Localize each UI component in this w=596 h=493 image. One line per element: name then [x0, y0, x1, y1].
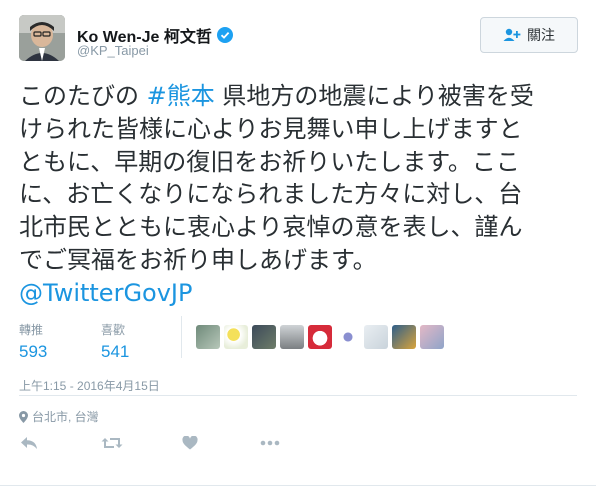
more-dots-icon[interactable] [260, 436, 280, 455]
tweet-line: に、お亡くなりになられました方々に対し、台 [19, 180, 523, 209]
likes-label: 喜歡 [101, 323, 126, 337]
likers-avatars [196, 325, 444, 349]
liker-avatar[interactable] [224, 325, 248, 349]
liker-avatar[interactable] [280, 325, 304, 349]
likes-value[interactable]: 541 [101, 342, 129, 362]
retweets-label: 轉推 [19, 323, 44, 337]
liker-avatar[interactable] [252, 325, 276, 349]
retweets-value[interactable]: 593 [19, 342, 47, 362]
hashtag-link[interactable]: #熊本 [147, 82, 215, 110]
like-count-stat[interactable]: 喜歡 541 [101, 321, 129, 362]
tweet-location[interactable]: 台北市, 台灣 [19, 408, 99, 425]
bottom-divider [0, 485, 596, 486]
liker-avatar[interactable] [308, 325, 332, 349]
avatar[interactable] [19, 15, 65, 61]
user-handle[interactable]: @KP_Taipei [77, 43, 149, 58]
tweet-line: でご冥福をお祈り申しあげます。 [19, 245, 377, 274]
liker-avatar[interactable] [336, 325, 360, 349]
stats-divider [181, 316, 182, 358]
like-heart-icon[interactable] [182, 435, 198, 455]
location-pin-icon [19, 410, 28, 423]
follow-button[interactable]: 關注 [480, 17, 578, 53]
tweet-text-segment: 県地方の地震により被害を受 [214, 82, 534, 110]
verified-badge-icon [216, 27, 233, 43]
mention-link[interactable]: @TwitterGovJP [19, 279, 192, 307]
divider [19, 395, 577, 396]
tweet-line: けられた皆様に心よりお見舞い申し上げますと [19, 114, 523, 143]
follow-person-plus-icon [503, 28, 521, 41]
liker-avatar[interactable] [420, 325, 444, 349]
location-text[interactable]: 台北市, 台灣 [32, 408, 99, 425]
liker-avatar[interactable] [196, 325, 220, 349]
reply-icon[interactable] [20, 436, 38, 455]
retweet-icon[interactable] [101, 436, 123, 455]
tweet-line: このたびの #熊本 県地方の地震により被害を受 [19, 80, 579, 113]
tweet-text-segment: このたびの [19, 82, 147, 110]
tweet-timestamp[interactable]: 上午1:15 - 2016年4月15日 [19, 377, 160, 394]
liker-avatar[interactable] [392, 325, 416, 349]
tweet-text: このたびの #熊本 県地方の地震により被害を受 けられた皆様に心よりお見舞い申し… [19, 80, 579, 310]
tweet-line: ともに、早期の復旧をお祈りいたします。ここ [19, 147, 520, 176]
tweet-line: 北市民とともに衷心より哀悼の意を表し、謹ん [19, 213, 523, 242]
tweet-line: @TwitterGovJP [19, 277, 579, 310]
follow-button-label: 關注 [527, 27, 555, 43]
retweet-count-stat[interactable]: 轉推 593 [19, 321, 47, 362]
liker-avatar[interactable] [364, 325, 388, 349]
